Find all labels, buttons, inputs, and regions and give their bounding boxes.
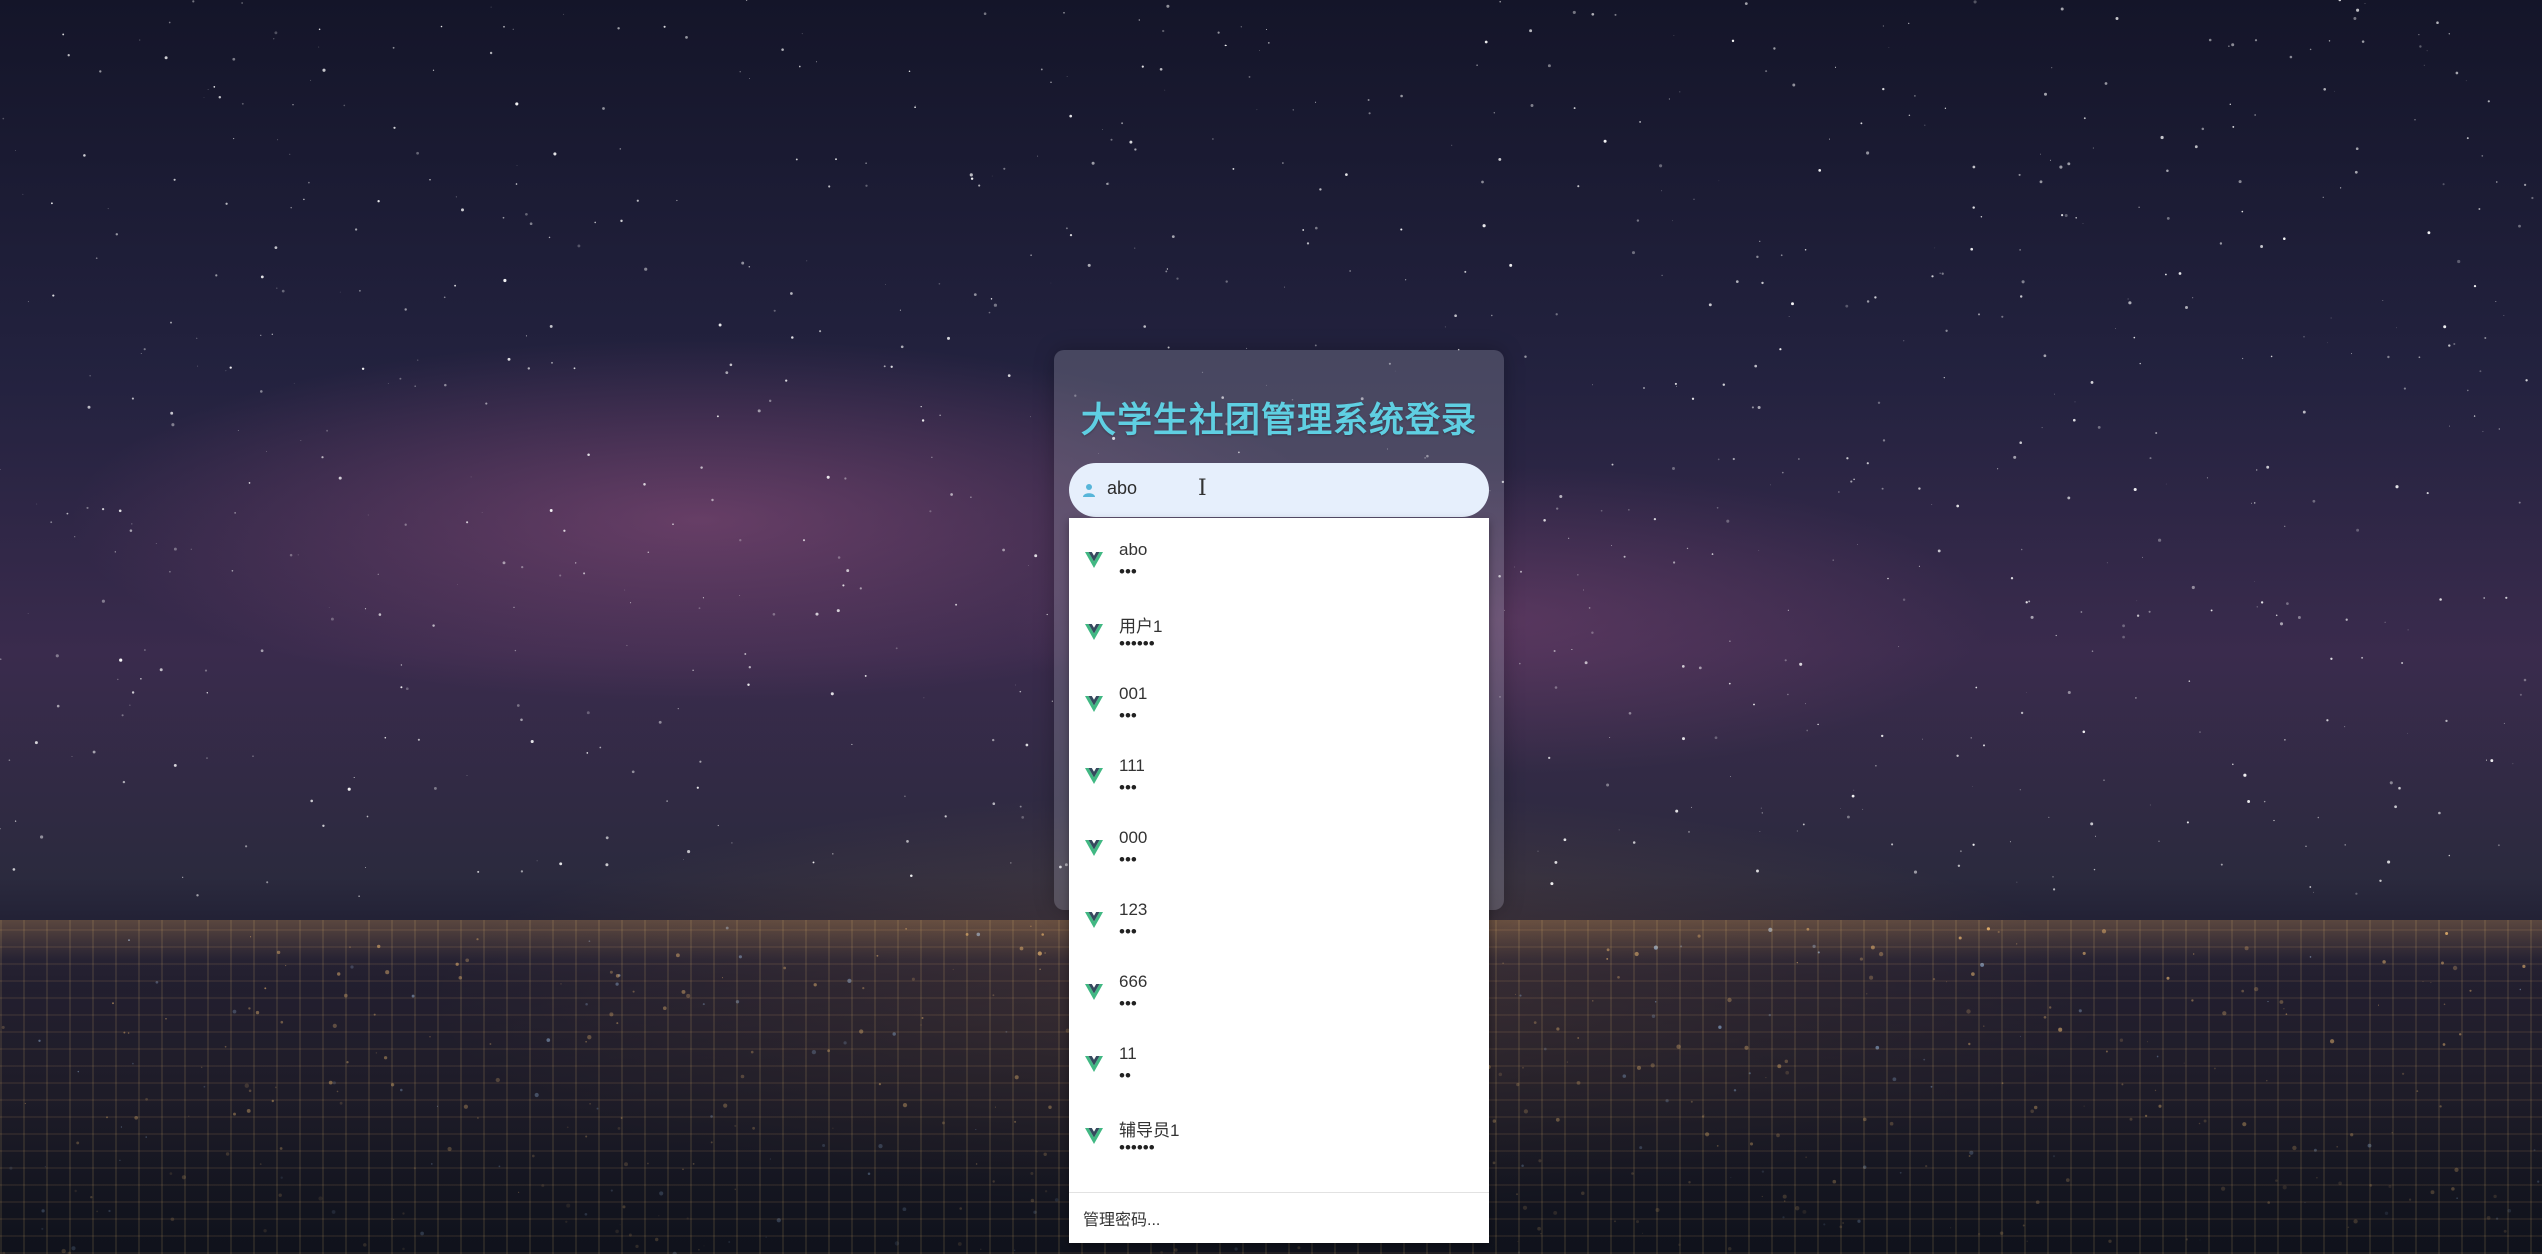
vue-logo-icon (1085, 624, 1103, 640)
vue-logo-icon (1085, 696, 1103, 712)
autocomplete-username: 666 (1119, 972, 1148, 991)
autocomplete-item[interactable]: 000 ••• (1069, 806, 1489, 878)
autocomplete-password-mask: •••••• (1119, 634, 1155, 653)
vue-logo-icon (1085, 552, 1103, 568)
autocomplete-password-mask: ••• (1119, 922, 1137, 941)
autocomplete-item[interactable]: 123 ••• (1069, 878, 1489, 950)
manage-passwords-link[interactable]: 管理密码... (1083, 1206, 1160, 1230)
autocomplete-item[interactable]: 辅导员1 •••••• (1069, 1094, 1489, 1166)
autocomplete-item[interactable]: 用户1 •••••• (1069, 590, 1489, 662)
autocomplete-password-mask: ••• (1119, 994, 1137, 1013)
autocomplete-username: 000 (1119, 828, 1148, 847)
autocomplete-password-mask: ••• (1119, 778, 1137, 797)
vue-logo-icon (1085, 1056, 1103, 1072)
autocomplete-item[interactable]: 001 ••• (1069, 662, 1489, 734)
username-field[interactable]: abo I (1069, 463, 1489, 517)
autocomplete-username: 111 (1119, 756, 1145, 775)
autocomplete-divider (1069, 1192, 1489, 1193)
autocomplete-password-mask: ••• (1119, 850, 1137, 869)
autocomplete-username: abo (1119, 540, 1148, 559)
autocomplete-username: 123 (1119, 900, 1148, 919)
i-beam-cursor-icon: I (1198, 476, 1207, 501)
autocomplete-password-mask: •••••• (1119, 1138, 1155, 1157)
autocomplete-item[interactable]: 666 ••• (1069, 950, 1489, 1022)
autocomplete-username: 001 (1119, 684, 1148, 703)
user-icon (1083, 484, 1095, 497)
login-title: 大学生社团管理系统登录 (1080, 401, 1477, 440)
autocomplete-username: 11 (1119, 1044, 1137, 1063)
vue-logo-icon (1085, 984, 1103, 1000)
autocomplete-password-mask: ••• (1119, 706, 1137, 725)
autocomplete-item[interactable]: 11 •• (1069, 1022, 1489, 1094)
vue-logo-icon (1085, 768, 1103, 784)
username-input-value[interactable]: abo (1107, 478, 1137, 499)
autocomplete-item[interactable]: abo ••• (1069, 518, 1489, 590)
autocomplete-item[interactable]: 111 ••• (1069, 734, 1489, 806)
vue-logo-icon (1085, 1128, 1103, 1144)
autocomplete-password-mask: •• (1119, 1066, 1131, 1085)
vue-logo-icon (1085, 840, 1103, 856)
vue-logo-icon (1085, 912, 1103, 928)
autocomplete-password-mask: ••• (1119, 562, 1137, 581)
autocomplete-dropdown: abo ••• 用户1 •••••• 001 ••• 111 ••• 000 •… (1069, 518, 1489, 1243)
